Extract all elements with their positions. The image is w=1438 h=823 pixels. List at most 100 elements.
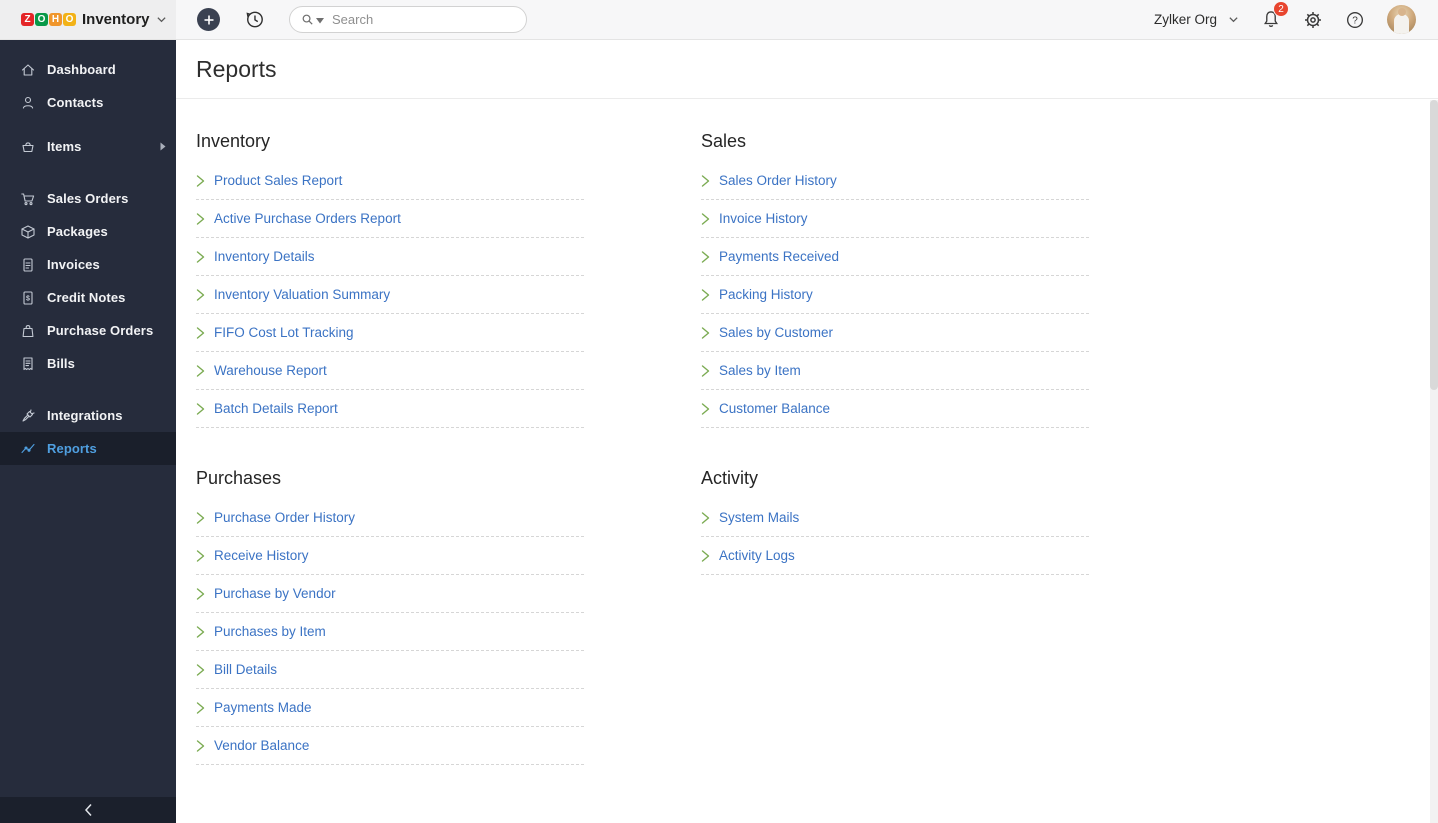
report-row: Active Purchase Orders Report [196,200,584,238]
settings-button[interactable] [1303,10,1323,30]
search-scope-dropdown-icon[interactable] [316,18,324,24]
report-link-sales-by-item[interactable]: Sales by Item [719,363,801,378]
report-link-product-sales-report[interactable]: Product Sales Report [214,173,342,188]
sidebar-item-invoices[interactable]: Invoices [0,248,176,281]
sidebar-collapse-button[interactable] [0,797,176,823]
report-row: Inventory Details [196,238,584,276]
chevron-right-icon [196,740,205,752]
chevron-right-icon [701,550,710,562]
report-row: Purchase Order History [196,499,584,537]
report-link-customer-balance[interactable]: Customer Balance [719,401,830,416]
report-link-batch-details-report[interactable]: Batch Details Report [214,401,338,416]
report-row: Purchase by Vendor [196,575,584,613]
report-row: Sales by Item [701,352,1089,390]
report-link-sales-by-customer[interactable]: Sales by Customer [719,325,833,340]
sidebar-item-label: Dashboard [47,62,116,77]
home-icon [20,62,36,78]
report-link-invoice-history[interactable]: Invoice History [719,211,808,226]
zoho-logo-letter: O [35,13,48,26]
report-row: Vendor Balance [196,727,584,765]
sidebar-item-packages[interactable]: Packages [0,215,176,248]
chevron-right-icon [196,213,205,225]
section-inventory: InventoryProduct Sales ReportActive Purc… [196,131,584,428]
report-link-inventory-valuation-summary[interactable]: Inventory Valuation Summary [214,287,390,302]
help-button[interactable]: ? [1345,10,1365,30]
scrollbar-track [1430,100,1438,823]
sidebar-item-dashboard[interactable]: Dashboard [0,53,176,86]
report-link-active-purchase-orders-report[interactable]: Active Purchase Orders Report [214,211,401,226]
report-link-inventory-details[interactable]: Inventory Details [214,249,315,264]
search-input[interactable] [330,11,516,28]
chevron-right-icon [196,327,205,339]
chevron-left-icon [83,803,94,817]
report-link-purchase-by-vendor[interactable]: Purchase by Vendor [214,586,336,601]
report-link-activity-logs[interactable]: Activity Logs [719,548,795,563]
report-link-purchases-by-item[interactable]: Purchases by Item [214,624,326,639]
scrollbar-thumb[interactable] [1430,100,1438,390]
sidebar-item-reports[interactable]: Reports [0,432,176,465]
page-header: Reports [176,40,1438,99]
package-box-icon [20,224,36,240]
chevron-right-icon [701,289,710,301]
report-link-payments-received[interactable]: Payments Received [719,249,839,264]
report-link-warehouse-report[interactable]: Warehouse Report [214,363,327,378]
report-row: Payments Received [701,238,1089,276]
sidebar-item-items[interactable]: Items [0,130,176,163]
report-row: FIFO Cost Lot Tracking [196,314,584,352]
report-row: Receive History [196,537,584,575]
sidebar-item-purchase-orders[interactable]: Purchase Orders [0,314,176,347]
section-purchases: PurchasesPurchase Order HistoryReceive H… [196,468,584,765]
sidebar-item-label: Sales Orders [47,191,128,206]
sidebar-nav: Dashboard Contacts Items Sales Orders Packag… [0,40,176,465]
search-icon [300,12,315,27]
sidebar-group: Dashboard Contacts [0,53,176,119]
report-row: Customer Balance [701,390,1089,428]
report-row: Batch Details Report [196,390,584,428]
sidebar-group: Sales Orders Packages Invoices$Credit Note… [0,182,176,380]
report-row: Activity Logs [701,537,1089,575]
report-row: Product Sales Report [196,162,584,200]
invoice-doc-icon [20,257,36,273]
app-logo-switcher[interactable]: ZOHO Inventory [0,0,176,39]
report-link-purchase-order-history[interactable]: Purchase Order History [214,510,355,525]
recent-history-button[interactable] [244,9,265,30]
sidebar-item-label: Packages [47,224,108,239]
org-switcher[interactable]: Zylker Org [1154,12,1239,27]
chevron-right-icon [701,175,710,187]
svg-text:?: ? [1352,15,1358,26]
section-sales: SalesSales Order HistoryInvoice HistoryP… [701,131,1089,428]
gear-icon [1303,10,1323,30]
sidebar-item-label: Reports [47,441,97,456]
topbar-right: Zylker Org 2 [1154,5,1416,34]
purchase-bag-icon [20,323,36,339]
chevron-right-icon [196,175,205,187]
report-row: Sales Order History [701,162,1089,200]
chevron-right-icon [196,365,205,377]
report-link-receive-history[interactable]: Receive History [214,548,309,563]
items-basket-icon [20,139,36,155]
sidebar-item-bills[interactable]: Bills [0,347,176,380]
report-link-packing-history[interactable]: Packing History [719,287,813,302]
report-link-system-mails[interactable]: System Mails [719,510,799,525]
quick-create-button[interactable] [197,8,220,31]
sidebar-item-label: Bills [47,356,75,371]
sidebar-item-label: Integrations [47,408,123,423]
sidebar-item-integrations[interactable]: Integrations [0,399,176,432]
report-row: Bill Details [196,651,584,689]
sidebar-group: Items [0,130,176,163]
report-row: Sales by Customer [701,314,1089,352]
chevron-right-icon [196,588,205,600]
report-link-vendor-balance[interactable]: Vendor Balance [214,738,309,753]
notifications-button[interactable]: 2 [1261,9,1281,30]
sidebar-item-credit-notes[interactable]: $Credit Notes [0,281,176,314]
topbar-main: Zylker Org 2 [176,0,1438,39]
report-link-payments-made[interactable]: Payments Made [214,700,312,715]
report-link-bill-details[interactable]: Bill Details [214,662,277,677]
sidebar-item-sales-orders[interactable]: Sales Orders [0,182,176,215]
report-link-sales-order-history[interactable]: Sales Order History [719,173,837,188]
report-link-fifo-cost-lot-tracking[interactable]: FIFO Cost Lot Tracking [214,325,354,340]
report-row: Inventory Valuation Summary [196,276,584,314]
user-avatar[interactable] [1387,5,1416,34]
sidebar-item-contacts[interactable]: Contacts [0,86,176,119]
sidebar: Dashboard Contacts Items Sales Orders Packag… [0,40,176,823]
